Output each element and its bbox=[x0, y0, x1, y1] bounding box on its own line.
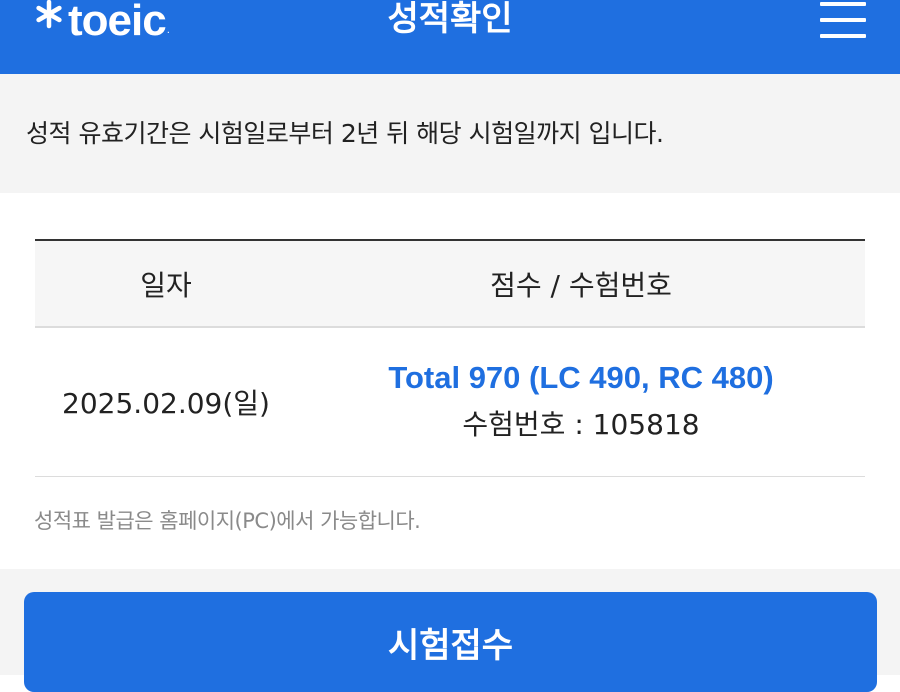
exam-date: 2025.02.09(일) bbox=[62, 387, 270, 420]
score-results-table: 일자 점수 / 수험번호 2025.02.09(일) Total 970 (LC… bbox=[35, 239, 865, 477]
page-title: 성적확인 bbox=[387, 0, 513, 39]
score-report-footnote: 성적표 발급은 홈페이지(PC)에서 가능합니다. bbox=[34, 509, 421, 533]
score-cell: Total 970 (LC 490, RC 480) 수험번호 : 105818 bbox=[297, 355, 865, 449]
hamburger-menu-icon-bar-middle bbox=[820, 18, 866, 22]
hamburger-menu-button[interactable] bbox=[820, 0, 866, 40]
score-validity-notice: 성적 유효기간은 시험일로부터 2년 뒤 해당 시험일까지 입니다. bbox=[26, 119, 664, 148]
table-header-row: 일자 점수 / 수험번호 bbox=[35, 239, 865, 328]
exam-apply-label: 시험접수 bbox=[387, 627, 514, 665]
exam-apply-button[interactable]: 시험접수 bbox=[24, 592, 877, 692]
hamburger-menu-icon-bar-bottom bbox=[820, 34, 866, 38]
column-header-date: 일자 bbox=[140, 268, 192, 302]
total-score[interactable]: Total 970 (LC 490, RC 480) bbox=[388, 355, 773, 401]
app-header: toeic . 성적확인 bbox=[0, 0, 900, 74]
column-header-score: 점수 / 수험번호 bbox=[490, 268, 672, 302]
table-row[interactable]: 2025.02.09(일) Total 970 (LC 490, RC 480)… bbox=[35, 328, 865, 477]
exam-number: 수험번호 : 105818 bbox=[462, 408, 700, 441]
hamburger-menu-icon-bar-top bbox=[820, 2, 866, 6]
